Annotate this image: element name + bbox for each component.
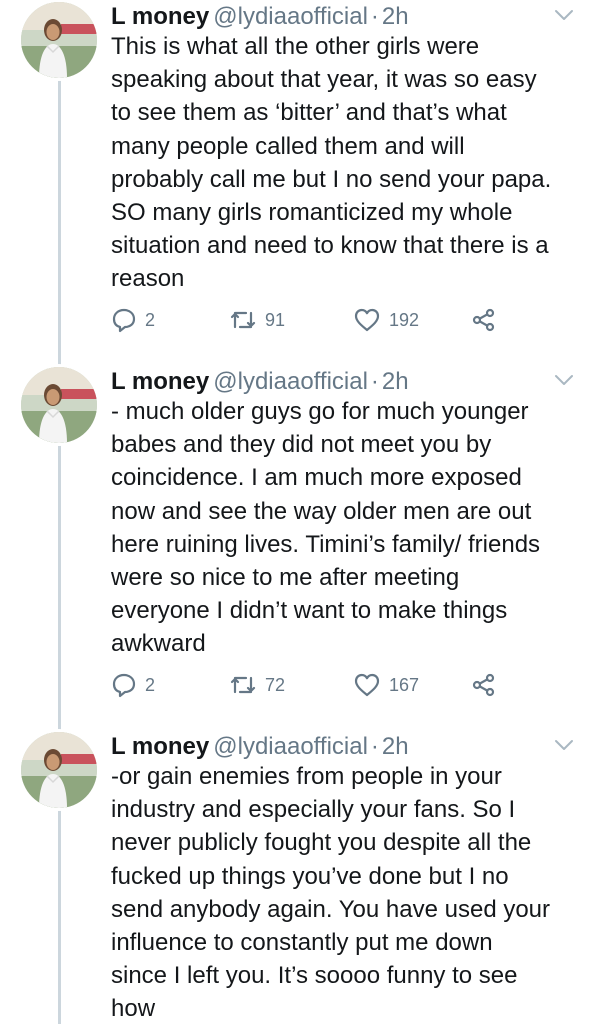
share-button[interactable] (471, 305, 497, 335)
display-name[interactable]: L money (111, 368, 209, 395)
separator-dot: · (370, 3, 379, 30)
tweet-header: L money @lydiaaofficial · 2h (111, 0, 409, 34)
tweet-2[interactable]: L money @lydiaaofficial · 2h - much older g… (0, 365, 595, 715)
tweet-header: L money @lydiaaofficial · 2h (111, 365, 409, 399)
reply-button[interactable]: 2 (111, 670, 155, 700)
heart-icon (354, 673, 380, 697)
avatar-photo-icon (21, 367, 97, 443)
timestamp[interactable]: 2h (382, 3, 409, 30)
like-count: 192 (389, 310, 420, 330)
share-button[interactable] (471, 670, 497, 700)
heart-icon (354, 308, 380, 332)
tweet-actions: 2 72 167 (111, 670, 581, 700)
retweet-button[interactable]: 72 (229, 670, 285, 700)
reply-button[interactable]: 2 (111, 305, 155, 335)
avatar[interactable] (21, 367, 97, 443)
avatar[interactable] (21, 2, 97, 78)
retweet-count: 72 (265, 675, 286, 695)
user-handle[interactable]: @lydiaaofficial (213, 368, 368, 395)
reply-count: 2 (145, 675, 156, 695)
retweet-icon (230, 676, 256, 694)
avatar[interactable] (21, 732, 97, 808)
user-handle[interactable]: @lydiaaofficial (213, 733, 368, 760)
chevron-down-icon[interactable] (554, 738, 574, 752)
tweet-1[interactable]: L money @lydiaaofficial · 2h This is what a… (0, 0, 595, 350)
timestamp[interactable]: 2h (382, 733, 409, 760)
user-handle[interactable]: @lydiaaofficial (213, 3, 368, 30)
tweet-text: - much older guys go for much younger ba… (111, 398, 541, 658)
avatar-photo-icon (21, 732, 97, 808)
like-count: 167 (389, 675, 420, 695)
tweet-3[interactable]: L money @lydiaaofficial · 2h -or gain enemi… (0, 730, 595, 1024)
retweet-button[interactable]: 91 (229, 305, 285, 335)
chevron-down-icon[interactable] (554, 373, 574, 387)
tweet-text: This is what all the other girls were sp… (111, 33, 552, 293)
tweet-text: -or gain enemies from people in your ind… (111, 763, 551, 1023)
share-icon (472, 673, 495, 697)
reply-icon (112, 673, 136, 698)
separator-dot: · (370, 733, 379, 760)
tweet-header: L money @lydiaaofficial · 2h (111, 730, 409, 764)
tweet-actions: 2 91 192 (111, 305, 581, 335)
separator-dot: · (370, 368, 379, 395)
avatar-photo-icon (21, 2, 97, 78)
like-button[interactable]: 167 (353, 670, 419, 700)
reply-count: 2 (145, 310, 156, 330)
share-icon (472, 308, 495, 332)
chevron-down-icon[interactable] (554, 8, 574, 22)
display-name[interactable]: L money (111, 3, 209, 30)
retweet-count: 91 (265, 310, 286, 330)
retweet-icon (230, 311, 256, 329)
like-button[interactable]: 192 (353, 305, 419, 335)
display-name[interactable]: L money (111, 733, 209, 760)
reply-icon (112, 308, 136, 333)
timestamp[interactable]: 2h (382, 368, 409, 395)
